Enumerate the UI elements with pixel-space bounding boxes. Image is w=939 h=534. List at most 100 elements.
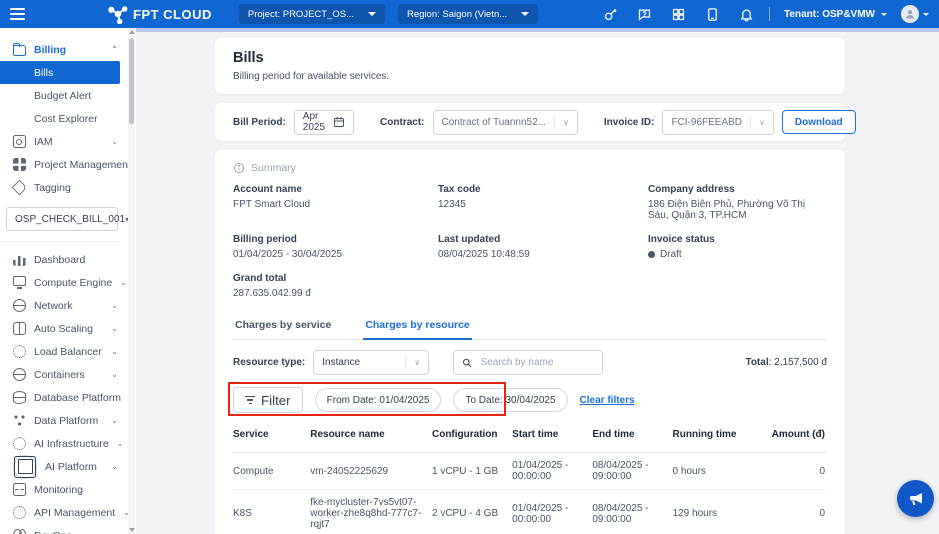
sidebar-item[interactable]: Data Platform ⌄ xyxy=(0,409,128,432)
compute-engine-icon xyxy=(13,276,26,289)
ai-platform-icon xyxy=(13,454,37,479)
key-icon[interactable] xyxy=(593,7,627,22)
top-bar: FPT CLOUD Project: PROJECT_OS... Region:… xyxy=(0,0,939,28)
contract-value: Contract of Tuannn52... xyxy=(441,116,547,128)
divider xyxy=(405,356,407,369)
cell-resource-name: vm-24052225629 xyxy=(310,452,432,490)
scrollbar-thumb[interactable] xyxy=(129,38,134,124)
filter-chip-from-date[interactable]: From Date: 01/04/2025 xyxy=(314,388,442,412)
bill-period-input[interactable]: Apr 2025 xyxy=(293,109,355,135)
logo-mark-icon xyxy=(108,6,128,24)
filter-chip-to-date[interactable]: To Date: 30/04/2025 xyxy=(453,388,568,412)
sidebar-item-cost-explorer[interactable]: Cost Explorer xyxy=(0,107,128,130)
sidebar-item[interactable]: Database Platform ⌄ xyxy=(0,386,136,409)
sidebar-item[interactable]: Project Management xyxy=(0,153,131,176)
chevron-down-icon: ⌄ xyxy=(111,347,118,356)
sidebar-item[interactable]: Network ⌄ xyxy=(0,294,128,317)
sidebar-item[interactable]: Containers ⌄ xyxy=(0,363,128,386)
sidebar-item[interactable]: AI Infrastructure ⌄ xyxy=(0,432,128,455)
hamburger-menu-icon[interactable] xyxy=(10,4,36,24)
sidebar-item-label: Tagging xyxy=(34,181,71,194)
resource-type-select[interactable]: Instance ∨ xyxy=(313,350,430,375)
region-selector[interactable]: Region: Saigon (Vietn... xyxy=(398,4,539,24)
sidebar-item-label: AI Platform xyxy=(45,460,97,473)
sidebar-item[interactable]: IAM ⌄ xyxy=(0,130,128,153)
cell-running-time: 0 hours xyxy=(672,452,750,490)
table-row[interactable]: Compute vm-24052225629 1 vCPU - 1 GB 01/… xyxy=(233,452,827,490)
summary-field-account-name: Account name FPT Smart Cloud xyxy=(233,184,311,210)
logo-text: FPT CLOUD xyxy=(133,6,212,22)
user-avatar-icon[interactable] xyxy=(901,5,919,23)
sidebar-item[interactable]: DevOps ⌄ xyxy=(0,524,128,534)
sidebar-item-bills[interactable]: Bills xyxy=(0,61,120,84)
sidebar-item-label: Load Balancer xyxy=(34,345,102,358)
divider xyxy=(0,241,120,242)
bill-detail-card: Summary Account name FPT Smart Cloud Tax… xyxy=(215,150,845,534)
scroll-up-arrow-icon[interactable] xyxy=(129,30,135,34)
sidebar-item[interactable]: Auto Scaling ⌄ xyxy=(0,317,128,340)
chevron-down-icon: ⌄ xyxy=(111,370,118,379)
bill-period-value: Apr 2025 xyxy=(302,111,326,133)
sidebar-item-label: DevOps xyxy=(34,530,72,534)
cell-running-time: 129 hours xyxy=(672,489,750,534)
sidebar-item-label: Data Platform xyxy=(34,414,99,427)
mobile-app-icon[interactable] xyxy=(695,7,729,22)
bill-period-label: Bill Period: xyxy=(233,116,286,128)
data-platform-icon xyxy=(13,414,26,427)
sidebar-item-label: API Management xyxy=(34,506,116,519)
clear-filters-link[interactable]: Clear filters xyxy=(580,395,635,406)
sidebar-item[interactable]: Dashboard xyxy=(0,248,128,271)
tenant-selector[interactable]: Tenant: OSP&VMW xyxy=(784,9,887,20)
filter-button[interactable]: Filter xyxy=(233,387,303,413)
tenant-label: Tenant: OSP&VMW xyxy=(784,8,875,20)
project-selector[interactable]: Project: PROJECT_OS... xyxy=(238,4,386,24)
status-badge: Draft xyxy=(660,249,682,260)
support-chat-icon[interactable] xyxy=(627,7,661,22)
tab-charges-by-resource[interactable]: Charges by resource xyxy=(363,313,472,340)
cell-amount: 0 xyxy=(749,489,827,534)
tagging-icon xyxy=(13,181,26,194)
download-button[interactable]: Download xyxy=(781,110,856,134)
sidebar-item-budget-alert[interactable]: Budget Alert xyxy=(0,84,128,107)
chevron-down-icon: ∨ xyxy=(759,117,765,127)
sidebar-item-billing[interactable]: Billing ⌃ xyxy=(0,38,128,61)
announcement-fab-button[interactable] xyxy=(897,480,934,517)
search-input[interactable] xyxy=(480,357,595,368)
apps-grid-icon[interactable] xyxy=(661,7,695,22)
cell-service: Compute xyxy=(233,452,311,490)
contract-select[interactable]: Contract of Tuannn52... ∨ xyxy=(432,109,578,135)
divider xyxy=(750,115,752,129)
iam-icon xyxy=(13,135,26,148)
project-management-icon xyxy=(13,158,26,171)
chevron-down-icon: ⌄ xyxy=(111,324,118,333)
sidebar-item[interactable]: Monitoring xyxy=(0,478,128,501)
filter-funnel-icon xyxy=(245,395,255,405)
sidebar-project-select[interactable]: OSP_CHECK_BILL_001 ▾ xyxy=(6,207,129,231)
sidebar-item[interactable]: AI Platform ⌄ xyxy=(0,454,128,479)
sidebar-item[interactable]: Compute Engine ⌄ xyxy=(0,271,128,294)
summary-grid: Account name FPT Smart Cloud Tax code 12… xyxy=(233,184,827,299)
chevron-down-icon xyxy=(521,12,530,16)
chevron-down-icon: ∨ xyxy=(414,358,421,367)
top-accent-strip xyxy=(136,28,939,32)
network-icon xyxy=(13,299,26,312)
cell-start-time: 01/04/2025 - 00:00:00 xyxy=(512,452,593,490)
sidebar-item[interactable]: API Management ⌄ xyxy=(0,501,130,524)
cell-resource-name: fke-mycluster-7vs5vt07-worker-zhe8q8hd-7… xyxy=(310,489,432,534)
page-subtitle: Billing period for available services. xyxy=(233,71,390,82)
table-row[interactable]: K8S fke-mycluster-7vs5vt07-worker-zhe8q8… xyxy=(233,489,827,534)
sidebar-item[interactable]: Tagging xyxy=(0,176,128,199)
scroll-down-arrow-icon[interactable] xyxy=(129,528,135,532)
info-icon xyxy=(234,163,244,173)
invoice-id-select[interactable]: FCI-96FEEABD ∨ xyxy=(662,109,774,135)
sidebar-item-label: Cost Explorer xyxy=(34,112,98,125)
tab-charges-by-service[interactable]: Charges by service xyxy=(233,313,333,339)
sidebar-scrollbar[interactable] xyxy=(128,28,135,534)
sidebar-item[interactable]: Load Balancer ⌄ xyxy=(0,340,128,363)
chevron-up-icon: ⌃ xyxy=(111,45,118,54)
search-box[interactable] xyxy=(453,350,604,375)
chevron-down-icon[interactable] xyxy=(923,12,929,16)
sidebar-item-label: Dashboard xyxy=(34,253,86,266)
project-selector-label: Project: PROJECT_OS... xyxy=(247,8,355,20)
notifications-bell-icon[interactable] xyxy=(729,7,763,22)
